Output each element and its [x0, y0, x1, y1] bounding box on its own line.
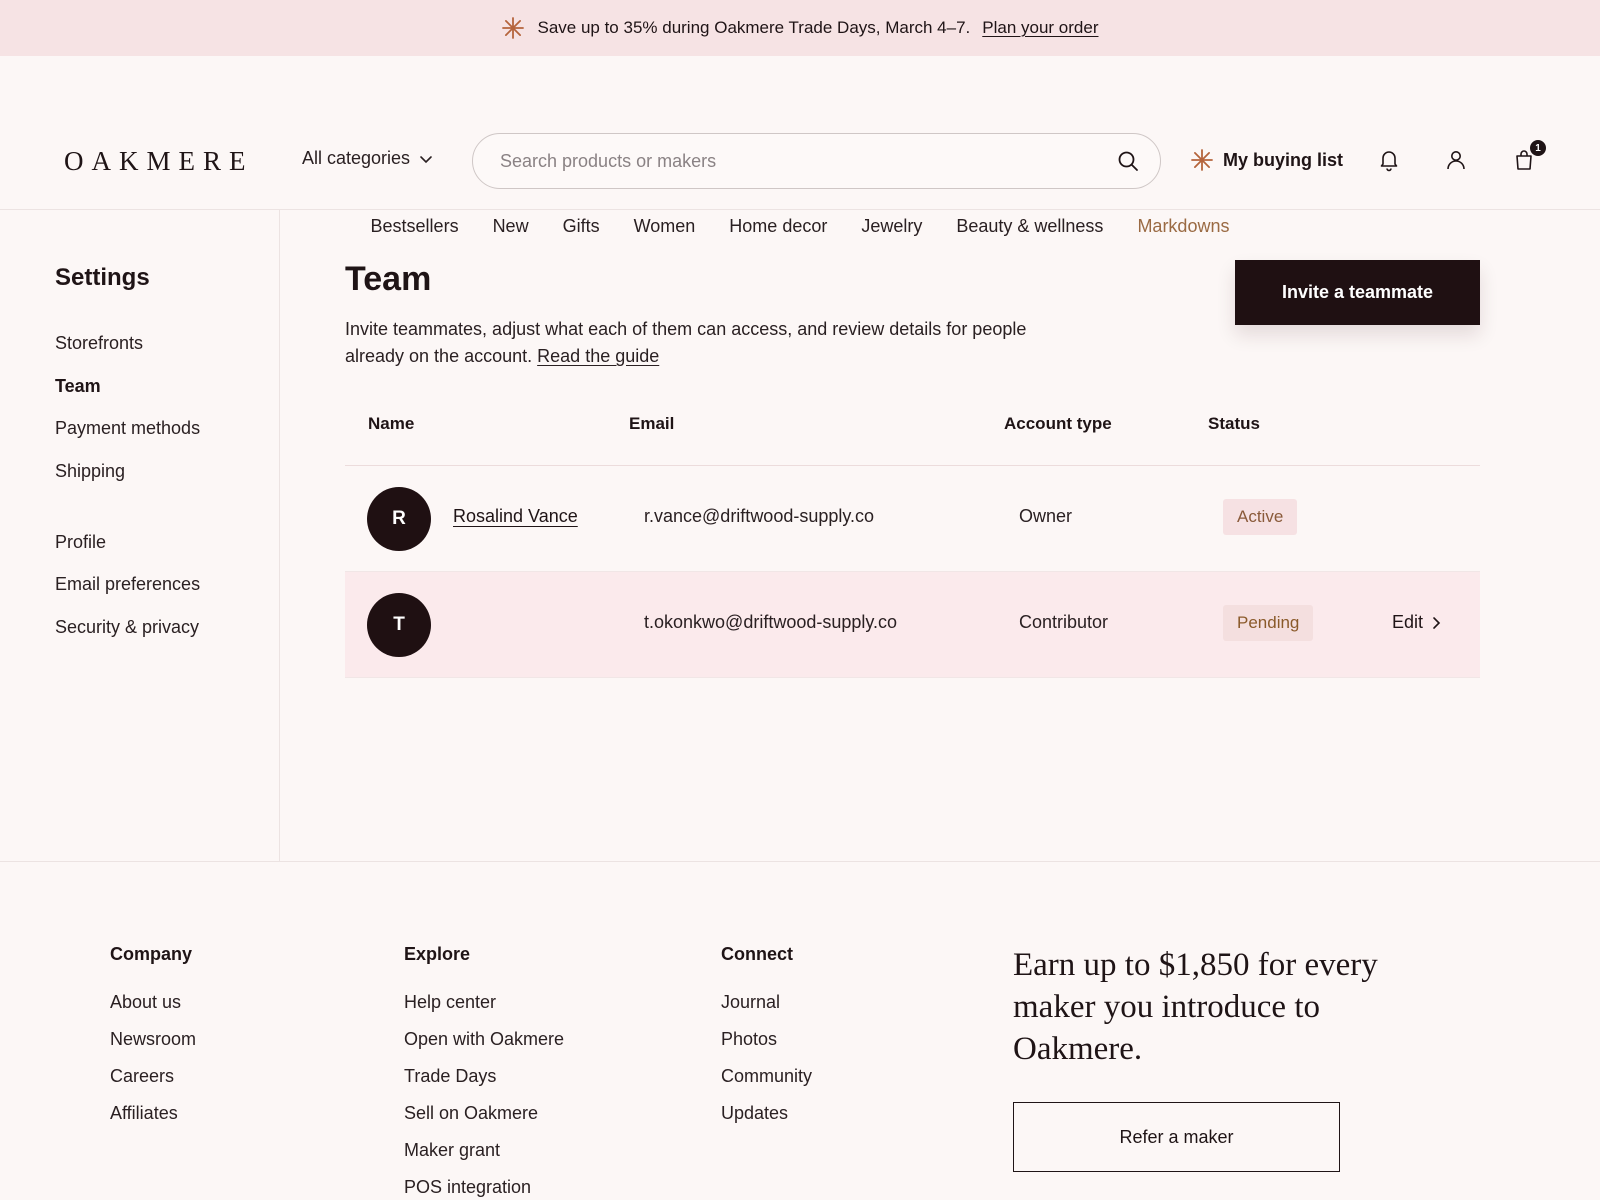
page-title: Team: [345, 260, 432, 298]
footer-link-affiliates[interactable]: Affiliates: [110, 1102, 196, 1139]
footer-link-community[interactable]: Community: [721, 1065, 812, 1102]
table-row[interactable]: T t.okonkwo@driftwood-supply.co Contribu…: [345, 572, 1480, 678]
asterisk-icon: [502, 17, 525, 39]
cart-count-badge: 1: [1530, 140, 1546, 156]
member-email: r.vance@driftwood-supply.co: [644, 506, 875, 526]
buying-list-button[interactable]: My buying list: [1190, 148, 1343, 172]
logo[interactable]: OAKMERE: [64, 146, 254, 177]
footer-link-updates[interactable]: Updates: [721, 1102, 812, 1139]
invite-teammate-button[interactable]: Invite a teammate: [1235, 260, 1480, 325]
member-email: t.okonkwo@driftwood-supply.co: [644, 612, 898, 632]
search-bar: [472, 133, 1161, 189]
column-email: Email: [629, 414, 675, 433]
plan-order-link[interactable]: Plan your order: [982, 18, 1098, 38]
footer-link-photos[interactable]: Photos: [721, 1028, 812, 1065]
footer-link-open-with-oakmere[interactable]: Open with Oakmere: [404, 1028, 564, 1065]
footer-link-sell-on-oakmere[interactable]: Sell on Oakmere: [404, 1102, 564, 1139]
member-name: Rosalind Vance: [453, 506, 578, 527]
footer-heading: Company: [110, 944, 193, 964]
settings-sidebar: Settings Storefronts Team Payment method…: [0, 210, 280, 861]
site-header: OAKMERE All categories My buying list: [0, 56, 1600, 236]
footer-link-pos-integration[interactable]: POS integration: [404, 1176, 564, 1200]
sidebar-item-storefronts[interactable]: Storefronts: [55, 333, 143, 354]
chevron-down-icon: [420, 155, 432, 163]
description-text: Invite teammates, adjust what each of th…: [345, 319, 1027, 366]
referral-promo-text: Earn up to $1,850 for every maker you in…: [1013, 947, 1378, 1067]
avatar: T: [367, 593, 431, 657]
footer-column-company: Company About us Newsroom Careers Affili…: [110, 944, 196, 1139]
user-icon[interactable]: [1444, 148, 1468, 172]
chevron-right-icon: [1433, 616, 1441, 629]
member-name-link[interactable]: Rosalind Vance: [453, 506, 578, 526]
site-footer: Company About us Newsroom Careers Affili…: [0, 861, 1600, 1200]
sidebar-item-security-privacy[interactable]: Security & privacy: [55, 617, 199, 638]
status-badge: Active: [1223, 499, 1298, 535]
team-table: Name Email Account type Status R Rosalin…: [345, 392, 1480, 678]
status-badge: Pending: [1223, 605, 1314, 641]
bell-icon[interactable]: [1377, 148, 1401, 172]
categories-dropdown[interactable]: All categories: [302, 148, 434, 169]
footer-link-newsroom[interactable]: Newsroom: [110, 1028, 196, 1065]
footer-link-trade-days[interactable]: Trade Days: [404, 1065, 564, 1102]
nav-jewelry[interactable]: Jewelry: [844, 216, 939, 237]
promo-bar: Save up to 35% during Oakmere Trade Days…: [0, 0, 1600, 56]
refer-maker-button[interactable]: Refer a maker: [1013, 1102, 1340, 1172]
read-guide-link[interactable]: Read the guide: [537, 346, 659, 366]
nav-beauty-wellness[interactable]: Beauty & wellness: [939, 216, 1120, 237]
nav-home-decor[interactable]: Home decor: [712, 216, 844, 237]
edit-member-button[interactable]: Edit: [1392, 612, 1443, 633]
sidebar-title: Settings: [55, 264, 150, 291]
sidebar-item-team[interactable]: Team: [55, 376, 101, 397]
nav-new[interactable]: New: [476, 216, 546, 237]
column-name: Name: [368, 414, 415, 433]
nav-women[interactable]: Women: [617, 216, 713, 237]
asterisk-icon: [1191, 149, 1213, 171]
member-account-type: Contributor: [1019, 612, 1109, 632]
nav-bestsellers[interactable]: Bestsellers: [354, 216, 476, 237]
edit-label: Edit: [1392, 612, 1424, 632]
search-icon[interactable]: [1116, 149, 1140, 173]
footer-link-help-center[interactable]: Help center: [404, 991, 564, 1028]
footer-column-connect: Connect Journal Photos Community Updates: [721, 944, 812, 1139]
footer-link-journal[interactable]: Journal: [721, 991, 812, 1028]
promo-text: Save up to 35% during Oakmere Trade Days…: [537, 18, 971, 37]
footer-link-about-us[interactable]: About us: [110, 991, 196, 1028]
sidebar-item-profile[interactable]: Profile: [55, 532, 106, 553]
member-account-type: Owner: [1019, 506, 1073, 526]
categories-label: All categories: [302, 148, 411, 168]
avatar: R: [367, 487, 431, 551]
table-header: Name Email Account type Status: [345, 392, 1480, 466]
sidebar-item-payment-methods[interactable]: Payment methods: [55, 418, 200, 439]
footer-link-maker-grant[interactable]: Maker grant: [404, 1139, 564, 1176]
nav-gifts[interactable]: Gifts: [546, 216, 617, 237]
column-account-type: Account type: [1004, 414, 1112, 433]
page-description: Invite teammates, adjust what each of th…: [345, 316, 1065, 370]
sidebar-item-email-preferences[interactable]: Email preferences: [55, 574, 200, 595]
sidebar-item-shipping[interactable]: Shipping: [55, 461, 125, 482]
footer-link-careers[interactable]: Careers: [110, 1065, 196, 1102]
column-status: Status: [1208, 414, 1260, 433]
buying-list-label: My buying list: [1223, 149, 1344, 170]
search-input[interactable]: [500, 150, 1116, 172]
footer-column-explore: Explore Help center Open with Oakmere Tr…: [404, 944, 564, 1200]
footer-heading: Explore: [404, 944, 471, 964]
table-row: R Rosalind Vance r.vance@driftwood-suppl…: [345, 466, 1480, 572]
footer-heading: Connect: [721, 944, 793, 964]
nav-markdowns[interactable]: Markdowns: [1120, 216, 1246, 237]
